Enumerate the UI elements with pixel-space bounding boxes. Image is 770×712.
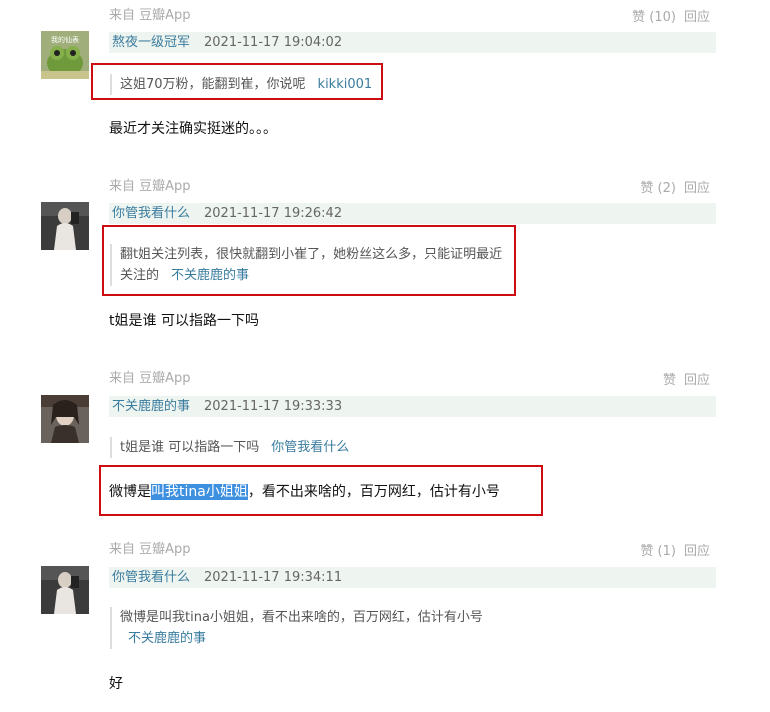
quoted-reply: t姐是谁 可以指路一下吗 你管我看什么 bbox=[110, 437, 349, 458]
like-button[interactable]: 赞 (2) bbox=[640, 181, 676, 196]
comment-meta: 熬夜一级冠军 2021-11-17 19:04:02 bbox=[109, 32, 716, 53]
username-link[interactable]: 熬夜一级冠军 bbox=[112, 35, 190, 50]
source-label: 来自 豆瓣App bbox=[109, 8, 191, 23]
avatar-watermark: 我的仙表 bbox=[51, 35, 79, 44]
comment-text: t姐是谁 可以指路一下吗 bbox=[109, 313, 259, 329]
quote-author-link[interactable]: 不关鹿鹿的事 bbox=[128, 631, 206, 646]
timestamp: 2021-11-17 19:33:33 bbox=[204, 399, 343, 414]
comment-text: 好 bbox=[109, 676, 123, 692]
like-button[interactable]: 赞 (1) bbox=[640, 544, 676, 559]
username-link[interactable]: 你管我看什么 bbox=[112, 206, 190, 221]
quote-text: 微博是叫我tina小姐姐，看不出来啥的，百万网红，估计有小号 bbox=[120, 610, 483, 625]
user-photo-icon bbox=[41, 202, 89, 250]
avatar[interactable]: 我的仙表 bbox=[41, 31, 89, 79]
frog-avatar-icon: 我的仙表 bbox=[41, 31, 89, 79]
username-link[interactable]: 你管我看什么 bbox=[112, 570, 190, 585]
like-button[interactable]: 赞 (10) bbox=[632, 10, 676, 25]
annotation-box bbox=[91, 63, 383, 100]
avatar[interactable] bbox=[41, 395, 89, 443]
user-photo-icon bbox=[41, 566, 89, 614]
annotation-box bbox=[102, 225, 516, 296]
comment-text: 最近才关注确实挺迷的。。。 bbox=[109, 121, 277, 137]
avatar[interactable] bbox=[41, 566, 89, 614]
quote-author-link[interactable]: 你管我看什么 bbox=[271, 440, 349, 455]
source-label: 来自 豆瓣App bbox=[109, 371, 191, 386]
reply-button[interactable]: 回应 bbox=[684, 10, 710, 25]
comment-actions: 赞 (10) 回应 bbox=[624, 6, 710, 25]
source-label: 来自 豆瓣App bbox=[109, 179, 191, 194]
comment-meta: 不关鹿鹿的事 2021-11-17 19:33:33 bbox=[109, 396, 716, 417]
like-button[interactable]: 赞 bbox=[663, 373, 676, 388]
reply-button[interactable]: 回应 bbox=[684, 544, 710, 559]
timestamp: 2021-11-17 19:26:42 bbox=[204, 206, 343, 221]
comment-actions: 赞 (1) 回应 bbox=[632, 540, 710, 559]
quote-text: t姐是谁 可以指路一下吗 bbox=[120, 440, 260, 455]
reply-button[interactable]: 回应 bbox=[684, 181, 710, 196]
quoted-reply: 微博是叫我tina小姐姐，看不出来啥的，百万网红，估计有小号 不关鹿鹿的事 bbox=[110, 607, 483, 649]
comment-actions: 赞回应 bbox=[655, 369, 710, 388]
comment-meta: 你管我看什么 2021-11-17 19:34:11 bbox=[109, 567, 716, 588]
source-label: 来自 豆瓣App bbox=[109, 542, 191, 557]
avatar[interactable] bbox=[41, 202, 89, 250]
username-link[interactable]: 不关鹿鹿的事 bbox=[112, 399, 190, 414]
annotation-box bbox=[99, 465, 543, 516]
comment-meta: 你管我看什么 2021-11-17 19:26:42 bbox=[109, 203, 716, 224]
reply-button[interactable]: 回应 bbox=[684, 373, 710, 388]
timestamp: 2021-11-17 19:34:11 bbox=[204, 570, 343, 585]
comment-actions: 赞 (2) 回应 bbox=[632, 177, 710, 196]
user-photo-icon bbox=[41, 395, 89, 443]
timestamp: 2021-11-17 19:04:02 bbox=[204, 35, 343, 50]
